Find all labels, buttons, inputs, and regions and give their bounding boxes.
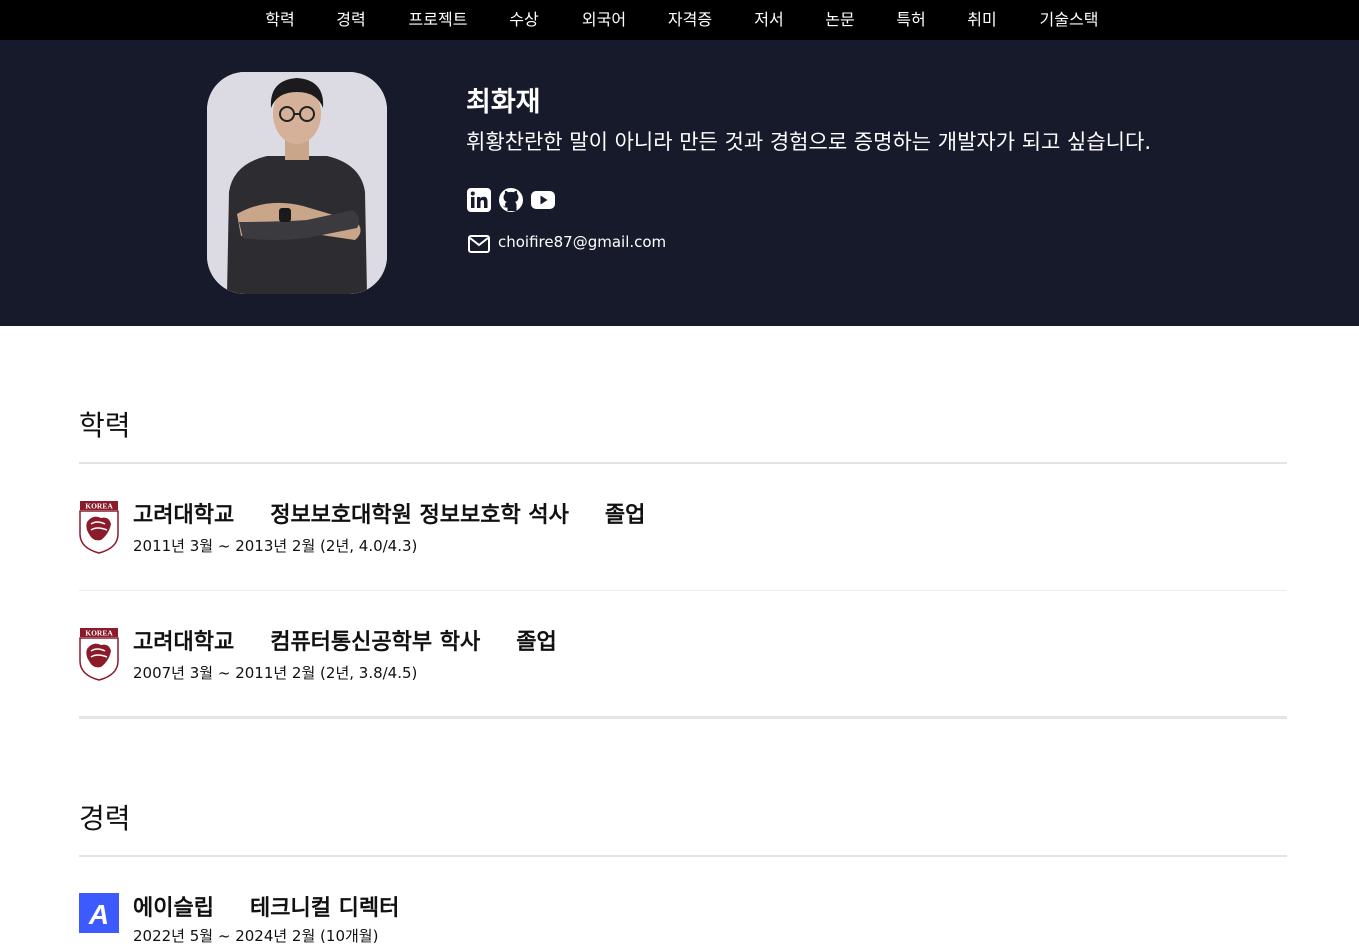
status-label: 졸업 [516,630,557,655]
section-title-career: 경력 [79,802,131,835]
nav-item-career[interactable]: 경력 [336,0,365,40]
asleep-logo: A [79,893,119,933]
mail-icon [468,235,490,253]
nav-item-books[interactable]: 저서 [754,0,783,40]
divider [79,716,1287,719]
avatar [207,72,387,294]
top-nav: 학력 경력 프로젝트 수상 외국어 자격증 저서 논문 특허 취미 기술스택 [0,0,1359,40]
korea-university-logo: KOREA [79,500,119,554]
logo-text: A [88,899,109,930]
nav-item-patents[interactable]: 특허 [896,0,925,40]
nav-item-tech-stack[interactable]: 기술스택 [1040,0,1099,40]
linkedin-icon[interactable] [466,187,492,213]
career-entry-title: 에이슬립 테크니컬 디렉터 [133,890,435,922]
logo-text: KOREA [85,629,113,638]
nav-item-certificates[interactable]: 자격증 [668,0,712,40]
education-period: 2011년 3월 ~ 2013년 2월 (2년, 4.0/4.3) [133,537,418,555]
nav-item-projects[interactable]: 프로젝트 [409,0,468,40]
logo-text: KOREA [85,502,113,511]
divider [79,462,1287,464]
profile-header: 최화재 휘황찬란한 말이 아니라 만든 것과 경험으로 증명하는 개발자가 되고… [0,40,1359,326]
education-period: 2007년 3월 ~ 2011년 2월 (2년, 3.8/4.5) [133,664,418,682]
github-icon[interactable] [498,187,524,213]
nav-item-education[interactable]: 학력 [265,0,294,40]
email-link[interactable]: choifire87@gmail.com [498,233,666,251]
status-label: 졸업 [604,503,646,528]
divider [79,855,1287,857]
program-name: 컴퓨터통신공학부 학사 [270,630,481,655]
profile-name: 최화재 [466,87,541,118]
education-entry-title: 고려대학교 정보보호대학원 정보보호학 석사 졸업 [133,497,681,529]
youtube-icon[interactable] [530,187,556,213]
nav-item-hobbies[interactable]: 취미 [967,0,996,40]
education-entry-title: 고려대학교 컴퓨터통신공학부 학사 졸업 [133,624,593,656]
nav-item-papers[interactable]: 논문 [825,0,854,40]
program-name: 정보보호대학원 정보보호학 석사 [270,503,569,528]
company-name: 에이슬립 [133,896,214,921]
profile-photo [207,72,387,294]
school-name: 고려대학교 [133,630,235,655]
role-name: 테크니컬 디렉터 [249,896,400,921]
section-title-education: 학력 [79,409,131,442]
divider [79,590,1287,591]
profile-tagline: 휘황찬란한 말이 아니라 만든 것과 경험으로 증명하는 개발자가 되고 싶습니… [466,130,1151,154]
nav-item-awards[interactable]: 수상 [509,0,538,40]
korea-university-logo: KOREA [79,627,119,681]
school-name: 고려대학교 [133,503,235,528]
nav-item-languages[interactable]: 외국어 [582,0,626,40]
